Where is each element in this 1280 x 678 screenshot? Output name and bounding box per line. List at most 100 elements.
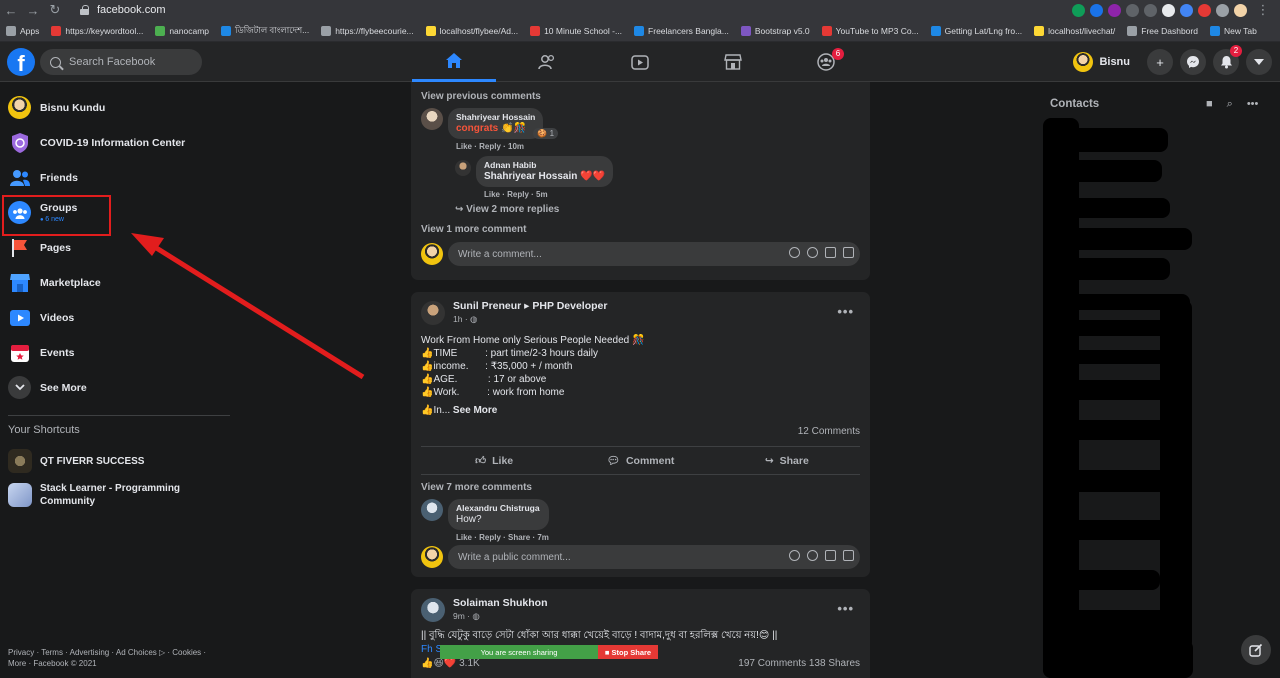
- sidebar-item-marketplace[interactable]: Marketplace: [0, 265, 230, 300]
- comments-shares-count[interactable]: 197 Comments 138 Shares: [738, 658, 860, 669]
- extension-icon[interactable]: [1162, 3, 1175, 17]
- bookmark-favicon-icon: [740, 25, 751, 36]
- commenter-name[interactable]: Shahriyear Hossain: [456, 112, 535, 122]
- gif-icon[interactable]: [825, 247, 836, 258]
- more-options-icon[interactable]: •••: [1247, 98, 1259, 111]
- post-timestamp[interactable]: 9m · ◍: [453, 611, 548, 622]
- sidebar-item-videos[interactable]: Videos: [0, 300, 230, 335]
- post-author[interactable]: Sunil Preneur ▸ PHP Developer: [453, 300, 607, 312]
- more-options-icon[interactable]: •••: [837, 601, 854, 616]
- gif-icon[interactable]: [825, 550, 836, 561]
- view-more-comment-link[interactable]: View 1 more comment: [411, 224, 870, 235]
- bookmark-item[interactable]: localhost/livechat/: [1034, 25, 1115, 36]
- view-more-replies-link[interactable]: ↪ View 2 more replies: [411, 204, 870, 215]
- bookmark-item[interactable]: Getting Lat/Lng fro...: [930, 25, 1022, 36]
- avatar: [421, 243, 443, 265]
- post-timestamp[interactable]: 1h · ◍: [453, 314, 607, 325]
- search-input[interactable]: Search Facebook: [40, 49, 202, 75]
- address-bar[interactable]: facebook.com: [70, 2, 1030, 18]
- reaction-count[interactable]: 🍪 1: [533, 128, 559, 139]
- tab-home[interactable]: [412, 42, 496, 82]
- avatar[interactable]: [421, 597, 445, 622]
- commenter-name[interactable]: Adnan Habib: [484, 160, 605, 170]
- comment-actions[interactable]: Like · Reply · Share · 7m: [448, 533, 549, 542]
- video-call-icon[interactable]: ■: [1206, 98, 1213, 111]
- bookmark-item[interactable]: Freelancers Bangla...: [634, 25, 729, 36]
- sidebar-item-label: See More: [40, 381, 87, 394]
- puzzle-icon[interactable]: [1216, 3, 1229, 17]
- extension-icon[interactable]: [1144, 3, 1157, 17]
- sidebar-item-covid[interactable]: COVID-19 Information Center: [0, 125, 230, 160]
- bookmark-item[interactable]: 10 Minute School -...: [530, 25, 622, 36]
- profile-button[interactable]: Bisnu: [1071, 49, 1136, 75]
- view-more-comments-link[interactable]: View 7 more comments: [411, 482, 870, 493]
- account-menu-button[interactable]: [1246, 49, 1272, 75]
- extension-icon[interactable]: [1198, 3, 1211, 17]
- sidebar-item-see-more[interactable]: See More: [0, 370, 230, 405]
- avatar[interactable]: [421, 108, 443, 130]
- sidebar-item-friends[interactable]: Friends: [0, 160, 230, 195]
- back-icon[interactable]: ←: [0, 3, 22, 18]
- messenger-button[interactable]: [1180, 49, 1206, 75]
- commenter-name[interactable]: Alexandru Chistruga: [456, 503, 541, 513]
- bookmark-item[interactable]: nanocamp: [155, 25, 209, 36]
- forward-icon[interactable]: →: [22, 3, 44, 18]
- bookmark-item[interactable]: Apps: [6, 25, 39, 36]
- extension-icon[interactable]: [1180, 3, 1193, 17]
- camera-icon[interactable]: [807, 247, 818, 258]
- tab-marketplace[interactable]: [691, 42, 775, 82]
- comment-input[interactable]: Write a public comment...: [448, 545, 860, 569]
- facebook-logo[interactable]: f: [7, 48, 35, 76]
- notifications-button[interactable]: 2: [1213, 45, 1242, 75]
- tab-friends[interactable]: [505, 42, 589, 82]
- shortcut-stack-learner[interactable]: Stack Learner - Programming Community: [0, 480, 230, 510]
- camera-icon[interactable]: [807, 550, 818, 561]
- bookmark-item[interactable]: Bootstrap v5.0: [740, 25, 810, 36]
- browser-menu-icon[interactable]: ⋮: [1252, 2, 1274, 18]
- comments-count[interactable]: 12 Comments: [798, 426, 860, 446]
- bookmark-item[interactable]: YouTube to MP3 Co...: [821, 25, 919, 36]
- share-button[interactable]: ↪ Share: [714, 447, 860, 474]
- search-icon[interactable]: ⌕: [1227, 98, 1233, 111]
- emoji-icon[interactable]: [789, 550, 800, 561]
- avatar[interactable]: [455, 160, 471, 176]
- stop-share-button[interactable]: ■ Stop Share: [598, 645, 658, 659]
- extension-icon[interactable]: [1126, 3, 1139, 17]
- bookmark-item[interactable]: https://flybeecourie...: [321, 25, 414, 36]
- bookmark-item[interactable]: New Tab: [1209, 25, 1257, 36]
- bookmark-item[interactable]: localhost/flybee/Ad...: [425, 25, 518, 36]
- avatar[interactable]: [421, 499, 443, 521]
- see-more-link[interactable]: See More: [453, 405, 497, 416]
- bookmark-item[interactable]: https://keywordtool...: [51, 25, 143, 36]
- reactions[interactable]: 👍😆❤️ 3.1K: [421, 658, 480, 669]
- footer-line[interactable]: Privacy · Terms · Advertising · Ad Choic…: [8, 647, 228, 658]
- create-button[interactable]: +: [1147, 49, 1173, 75]
- bookmark-item[interactable]: ডিজিটাল বাংলাদেশ...: [221, 24, 309, 38]
- tab-watch[interactable]: [598, 42, 682, 82]
- avatar[interactable]: [421, 300, 445, 325]
- comment-actions[interactable]: Like · Reply · 5m: [476, 190, 613, 199]
- comment-actions[interactable]: Like · Reply · 10m: [448, 142, 558, 151]
- comment-button[interactable]: 💬︎ Comment: [567, 447, 713, 474]
- reload-icon[interactable]: ↻: [44, 2, 66, 18]
- profile-icon[interactable]: [1234, 3, 1247, 17]
- shortcut-qt-fiverr[interactable]: QT FIVERR SUCCESS: [0, 446, 230, 476]
- emoji-icon[interactable]: [789, 247, 800, 258]
- bookmark-item[interactable]: Free Dashbord: [1127, 25, 1198, 36]
- like-button[interactable]: 👍︎ Like: [421, 447, 567, 474]
- footer-line[interactable]: More · Facebook © 2021: [8, 658, 228, 669]
- post-author[interactable]: Solaiman Shukhon: [453, 597, 548, 609]
- comment-input[interactable]: Write a comment...: [448, 242, 860, 266]
- comment-bubble: Alexandru Chistruga How?: [448, 499, 549, 530]
- extension-icon[interactable]: [1072, 3, 1085, 17]
- tab-groups[interactable]: 6: [784, 42, 868, 82]
- more-options-icon[interactable]: •••: [837, 304, 854, 319]
- sticker-icon[interactable]: [843, 550, 854, 561]
- extension-icon[interactable]: [1090, 3, 1103, 17]
- sidebar-item-events[interactable]: Events: [0, 335, 230, 370]
- extension-icon[interactable]: [1108, 3, 1121, 17]
- sidebar-item-profile[interactable]: Bisnu Kundu: [0, 90, 230, 125]
- new-message-button[interactable]: [1241, 635, 1271, 665]
- view-previous-comments-link[interactable]: View previous comments: [411, 82, 870, 102]
- sticker-icon[interactable]: [843, 247, 854, 258]
